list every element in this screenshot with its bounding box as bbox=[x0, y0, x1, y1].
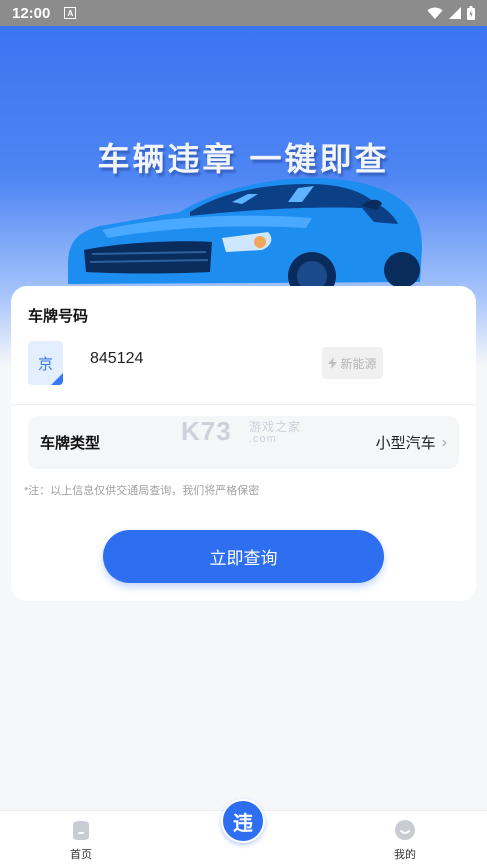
profile-icon bbox=[395, 820, 415, 840]
nav-mine-label: 我的 bbox=[394, 849, 416, 861]
new-energy-toggle[interactable]: 新能源 bbox=[322, 347, 383, 379]
plate-type-label: 车牌类型 bbox=[40, 435, 101, 452]
status-time: 12:00 bbox=[12, 4, 51, 22]
province-selector[interactable]: 京 bbox=[28, 341, 63, 385]
status-bar: 12:00 A bbox=[0, 0, 487, 26]
battery-icon bbox=[467, 6, 475, 20]
plate-type-selector[interactable]: 车牌类型 小型汽车 › bbox=[28, 416, 459, 469]
lightning-icon bbox=[328, 357, 338, 369]
nav-home-label: 首页 bbox=[70, 849, 92, 861]
signal-icon bbox=[449, 7, 461, 19]
plate-number-label: 车牌号码 bbox=[28, 308, 89, 325]
status-icons bbox=[427, 6, 475, 20]
car-illustration bbox=[68, 178, 422, 292]
notification-icon: A bbox=[64, 7, 77, 19]
divider bbox=[11, 404, 476, 405]
privacy-note: *注：以上信息仅供交通局查询，我们将严格保密 bbox=[24, 485, 260, 497]
wifi-icon bbox=[427, 7, 443, 19]
query-card: 车牌号码 京 845124 新能源 车牌类型 小型汽车 › K73 游戏之家 .… bbox=[11, 286, 476, 601]
nav-mine[interactable]: 我的 bbox=[375, 819, 435, 862]
chevron-right-icon: › bbox=[441, 433, 447, 451]
nav-home[interactable]: 首页 bbox=[51, 819, 111, 862]
violation-center-button[interactable]: 违 bbox=[221, 799, 265, 843]
new-energy-label: 新能源 bbox=[340, 356, 377, 371]
plate-type-value: 小型汽车 bbox=[375, 435, 436, 452]
plate-number-input[interactable]: 845124 bbox=[90, 350, 143, 368]
query-button[interactable]: 立即查询 bbox=[103, 530, 384, 583]
home-icon bbox=[73, 821, 89, 840]
